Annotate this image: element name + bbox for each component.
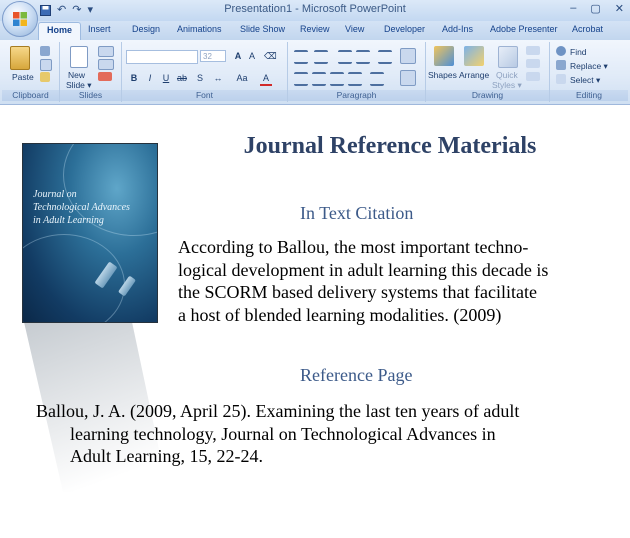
in-text-citation-body[interactable]: According to Ballou, the most important … bbox=[178, 236, 598, 326]
paragraph-group: Paragraph bbox=[288, 42, 426, 102]
select-icon[interactable] bbox=[556, 74, 566, 84]
tab-view[interactable]: View bbox=[345, 24, 364, 34]
italic-button[interactable]: I bbox=[144, 72, 156, 84]
clear-format-icon[interactable]: ⌫ bbox=[264, 50, 277, 62]
shrink-font-button[interactable]: A bbox=[246, 50, 258, 62]
shape-outline-icon[interactable] bbox=[526, 59, 540, 68]
tab-slide-show[interactable]: Slide Show bbox=[240, 24, 285, 34]
tab-animations[interactable]: Animations bbox=[177, 24, 222, 34]
shape-effects-icon[interactable] bbox=[526, 72, 540, 81]
tab-insert[interactable]: Insert bbox=[88, 24, 111, 34]
new-slide-icon[interactable] bbox=[70, 46, 88, 68]
numbering-icon[interactable] bbox=[314, 50, 328, 64]
font-group: 32 A A ⌫ B I U ab S ↔ Aa A Font bbox=[122, 42, 288, 102]
reference-page-heading[interactable]: Reference Page bbox=[300, 365, 412, 386]
clipboard-group-label: Clipboard bbox=[2, 90, 59, 101]
paste-icon[interactable] bbox=[10, 46, 30, 70]
find-icon[interactable] bbox=[556, 46, 566, 56]
restore-button[interactable]: ▢ bbox=[590, 2, 600, 15]
office-button[interactable] bbox=[2, 1, 38, 37]
arrange-icon[interactable] bbox=[464, 46, 484, 66]
editing-group: Find Replace ▾ Select ▾ Editing bbox=[550, 42, 628, 102]
slide-title[interactable]: Journal Reference Materials bbox=[160, 133, 620, 160]
format-painter-icon[interactable] bbox=[40, 72, 50, 82]
reset-icon[interactable] bbox=[98, 59, 114, 70]
justify-icon[interactable] bbox=[348, 72, 362, 86]
shape-fill-icon[interactable] bbox=[526, 46, 540, 55]
select-button[interactable]: Select ▾ bbox=[570, 75, 600, 85]
window-controls: – ▢ ✕ bbox=[570, 2, 624, 15]
decrease-indent-icon[interactable] bbox=[338, 50, 352, 64]
tab-adobe-presenter[interactable]: Adobe Presenter bbox=[490, 24, 558, 34]
tab-review[interactable]: Review bbox=[300, 24, 330, 34]
new-slide-label-2[interactable]: Slide ▾ bbox=[66, 80, 92, 90]
align-center-icon[interactable] bbox=[312, 72, 326, 86]
tab-add-ins[interactable]: Add-Ins bbox=[442, 24, 473, 34]
tab-home[interactable]: Home bbox=[38, 22, 82, 40]
find-button[interactable]: Find bbox=[570, 47, 587, 57]
ribbon-tabs: Home Insert Design Animations Slide Show… bbox=[0, 21, 630, 40]
new-slide-label[interactable]: New bbox=[68, 70, 85, 80]
increase-indent-icon[interactable] bbox=[356, 50, 370, 64]
strikethrough-button[interactable]: ab bbox=[176, 72, 188, 84]
layout-icon[interactable] bbox=[98, 46, 114, 57]
font-size-box[interactable]: 32 bbox=[200, 50, 226, 62]
replace-button[interactable]: Replace ▾ bbox=[570, 61, 608, 71]
grow-font-button[interactable]: A bbox=[232, 50, 244, 62]
journal-cover-image: Journal on Technological Advances in Adu… bbox=[22, 143, 158, 323]
copy-icon[interactable] bbox=[40, 59, 52, 71]
font-name-box[interactable] bbox=[126, 50, 198, 64]
clipboard-group: Paste Clipboard bbox=[2, 42, 60, 102]
columns-icon[interactable] bbox=[370, 72, 384, 86]
smartart-icon[interactable] bbox=[400, 70, 416, 86]
align-right-icon[interactable] bbox=[330, 72, 344, 86]
office-logo-icon bbox=[13, 12, 27, 26]
font-group-label: Font bbox=[122, 90, 287, 101]
replace-icon[interactable] bbox=[556, 60, 566, 70]
editing-group-label: Editing bbox=[550, 90, 628, 101]
close-button[interactable]: ✕ bbox=[615, 2, 624, 15]
align-left-icon[interactable] bbox=[294, 72, 308, 86]
bullets-icon[interactable] bbox=[294, 50, 308, 64]
in-text-citation-heading[interactable]: In Text Citation bbox=[300, 203, 413, 224]
drawing-group-label: Drawing bbox=[426, 90, 549, 101]
paste-label[interactable]: Paste bbox=[12, 72, 34, 82]
slides-group: New Slide ▾ Slides bbox=[60, 42, 122, 102]
cover-title: Journal on Technological Advances in Adu… bbox=[33, 189, 130, 226]
window-title: Presentation1 - Microsoft PowerPoint bbox=[224, 3, 406, 15]
title-bar: ↶ ↷ ▾ Presentation1 - Microsoft PowerPoi… bbox=[0, 0, 630, 37]
quick-styles-icon[interactable] bbox=[498, 46, 518, 68]
change-case-button[interactable]: Aa bbox=[232, 72, 252, 84]
shapes-label[interactable]: Shapes bbox=[428, 70, 457, 80]
font-color-button[interactable]: A bbox=[260, 72, 272, 86]
slides-group-label: Slides bbox=[60, 90, 121, 101]
delete-slide-icon[interactable] bbox=[98, 72, 112, 81]
quick-styles-label-2[interactable]: Styles ▾ bbox=[492, 80, 522, 90]
tab-acrobat[interactable]: Acrobat bbox=[572, 24, 603, 34]
drawing-group: Shapes Arrange Quick Styles ▾ Drawing bbox=[426, 42, 550, 102]
ribbon: Paste Clipboard New Slide ▾ Slides 32 A … bbox=[0, 40, 630, 105]
bold-button[interactable]: B bbox=[128, 72, 140, 84]
reference-entry[interactable]: Ballou, J. A. (2009, April 25). Examinin… bbox=[36, 400, 616, 468]
tab-design[interactable]: Design bbox=[132, 24, 160, 34]
line-spacing-icon[interactable] bbox=[378, 50, 392, 64]
paragraph-group-label: Paragraph bbox=[288, 90, 425, 101]
shadow-text-button[interactable]: S bbox=[194, 72, 206, 84]
underline-button[interactable]: U bbox=[160, 72, 172, 84]
char-spacing-button[interactable]: ↔ bbox=[212, 72, 224, 84]
shapes-icon[interactable] bbox=[434, 46, 454, 66]
cut-icon[interactable] bbox=[40, 46, 50, 56]
tab-developer[interactable]: Developer bbox=[384, 24, 425, 34]
quick-styles-label[interactable]: Quick bbox=[496, 70, 518, 80]
text-direction-icon[interactable] bbox=[400, 48, 416, 64]
arrange-label[interactable]: Arrange bbox=[459, 70, 489, 80]
minimize-button[interactable]: – bbox=[570, 2, 576, 15]
